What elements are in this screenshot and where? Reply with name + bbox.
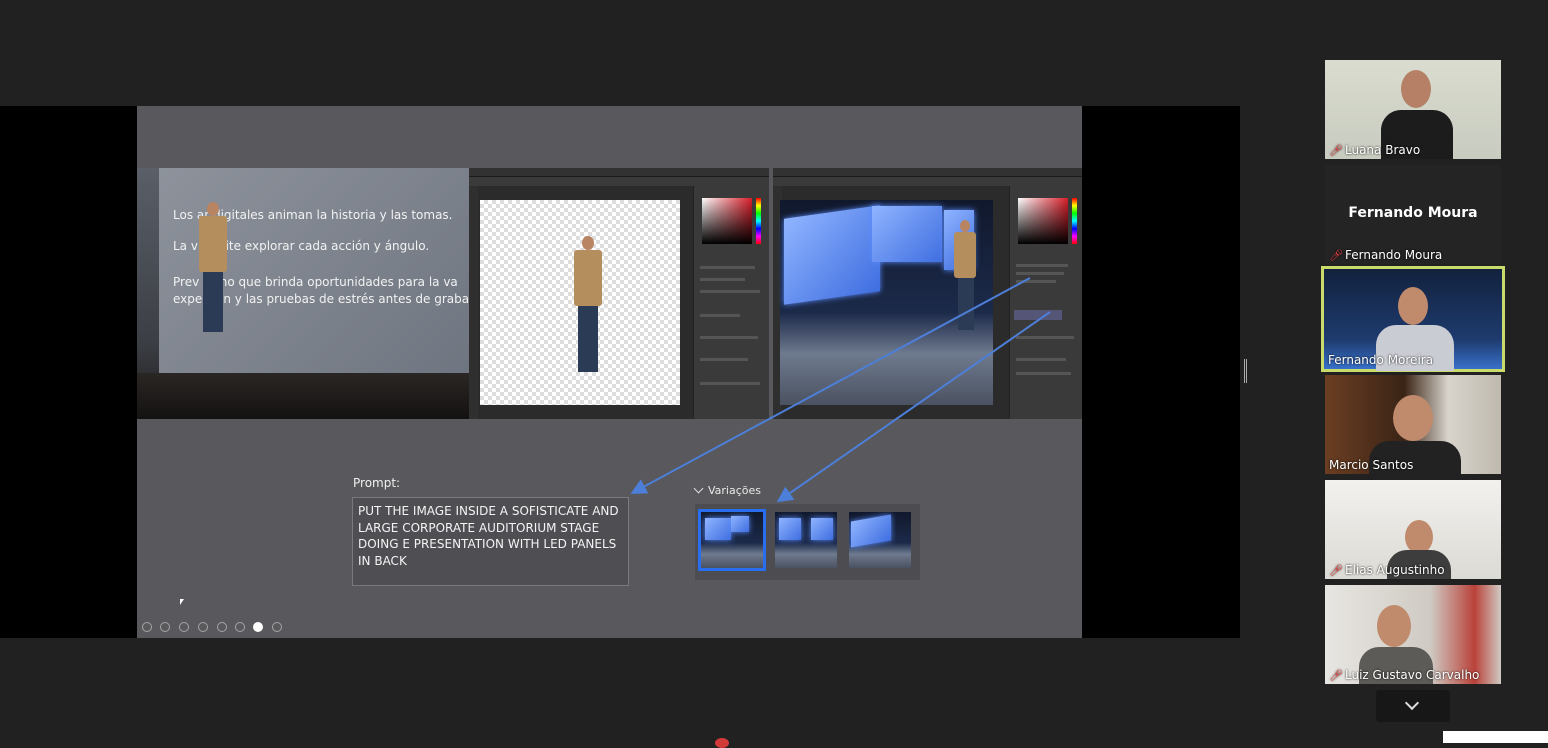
participant-name: 🎤︎ Fernando Moura <box>1329 248 1443 262</box>
arrow-to-prompt <box>630 277 1031 494</box>
mic-off-icon: 🎤︎ <box>1329 249 1343 262</box>
participant-name: 🎤︎ Elias Augustinho <box>1329 563 1445 577</box>
slides-icon <box>198 622 208 632</box>
participant-name: Fernando Moreira <box>1328 353 1434 367</box>
prev-slide-icon <box>142 622 152 632</box>
variations-header: Variações <box>693 483 762 497</box>
participant-tile-fernando-moreira[interactable]: Fernando Moreira <box>1321 266 1505 372</box>
variation-thumb-3 <box>849 512 911 568</box>
participant-tile-fernando-moura[interactable]: Fernando Moura 🎤︎ Fernando Moura <box>1325 165 1501 264</box>
white-corner-region <box>1443 731 1548 743</box>
prompt-label: Prompt: <box>353 476 401 490</box>
chevron-down-icon <box>1404 695 1420 711</box>
mic-off-icon: 🎤︎ <box>1329 564 1343 577</box>
subtitles-icon <box>235 622 245 632</box>
participant-tile-marcio[interactable]: Marcio Santos <box>1325 375 1501 474</box>
chevron-down-icon <box>693 483 704 494</box>
participant-tile-luana[interactable]: 🎤︎ Luana Bravo <box>1325 60 1501 159</box>
participant-tile-luiz[interactable]: 🎤︎ Luiz Gustavo Carvalho <box>1325 585 1501 684</box>
scroll-participants-down-button[interactable] <box>1376 690 1450 722</box>
participant-tile-elias[interactable]: 🎤︎ Elias Augustinho <box>1325 480 1501 579</box>
prompt-textbox: PUT THE IMAGE INSIDE A SOFISTICATE AND L… <box>352 497 629 586</box>
next-slide-icon <box>160 622 170 632</box>
recording-indicator <box>715 738 729 748</box>
mouse-cursor-icon <box>180 599 184 605</box>
zoom-icon <box>217 622 227 632</box>
mic-off-icon: 🎤︎ <box>1329 669 1343 682</box>
participant-name: Marcio Santos <box>1329 458 1414 472</box>
panel-splitter-handle[interactable] <box>1244 359 1247 383</box>
participant-name: 🎤︎ Luiz Gustavo Carvalho <box>1329 668 1480 682</box>
variation-thumb-1 <box>698 509 766 571</box>
variations-panel <box>695 504 920 580</box>
pen-icon <box>179 622 189 632</box>
participant-name: 🎤︎ Luana Bravo <box>1329 143 1421 157</box>
presentation-slide: Los ar digitales animan la historia y la… <box>137 106 1082 638</box>
camera-icon <box>253 622 263 632</box>
variation-thumb-2 <box>775 512 837 568</box>
mic-off-icon: 🎤︎ <box>1329 144 1343 157</box>
variations-label: Variações <box>708 484 762 497</box>
more-options-icon <box>272 622 282 632</box>
participant-placeholder-name: Fernando Moura <box>1348 205 1478 221</box>
